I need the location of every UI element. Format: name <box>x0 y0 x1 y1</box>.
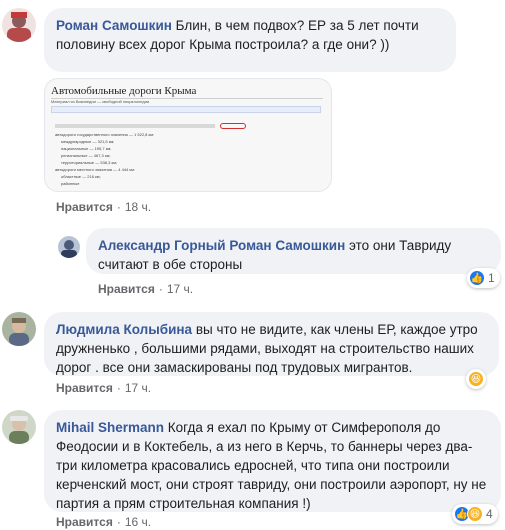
comment-meta: Нравится · 18 ч. <box>56 200 152 214</box>
comment-meta: Нравится · 17 ч. <box>98 282 194 296</box>
reaction-summary[interactable]: 😆 <box>466 369 486 389</box>
wiki-line: региональные — 467,3 км; <box>61 153 111 158</box>
like-button[interactable]: Нравится <box>56 200 113 214</box>
wiki-subtitle: Материал из Википедии — свободной энцикл… <box>51 99 150 104</box>
wiki-line: национальные — 195,7 км; <box>61 146 112 151</box>
wiki-text-line <box>55 124 215 128</box>
haha-reaction-icon: 😆 <box>467 506 483 522</box>
wiki-line: районные <box>61 181 80 186</box>
like-button[interactable]: Нравится <box>98 282 155 296</box>
haha-reaction-icon: 😆 <box>468 371 484 387</box>
avatar[interactable] <box>2 312 36 346</box>
wiki-title: Автомобильные дороги Крыма <box>51 85 197 97</box>
wiki-line: автодороги государственного значения — 1… <box>55 132 155 137</box>
avatar[interactable] <box>2 8 36 42</box>
comment-meta: Нравится · 16 ч. <box>56 515 152 529</box>
comment-bubble: Роман Самошкин Блин, в чем подвох? ЕР за… <box>44 8 456 72</box>
like-reaction-icon: 👍 <box>469 270 485 286</box>
comment-bubble: Александр Горный Роман Самошкин это они … <box>86 228 501 274</box>
timestamp[interactable]: 16 ч. <box>125 515 151 529</box>
wiki-line: международные — 321,5 км; <box>61 139 115 144</box>
like-button[interactable]: Нравится <box>56 515 113 529</box>
avatar[interactable] <box>2 410 36 444</box>
like-button[interactable]: Нравится <box>56 381 113 395</box>
wiki-line: территориальные — 538,3 км; <box>61 160 118 165</box>
comment-author[interactable]: Mihail Shermann <box>56 420 164 435</box>
comment-author[interactable]: Александр Горный <box>98 238 226 253</box>
comment-bubble: Mihail Shermann Когда я ехал по Крыму от… <box>44 410 501 512</box>
reaction-count: 4 <box>486 507 493 521</box>
wiki-line: автодороги местного значения — 4 444 км: <box>55 167 135 172</box>
highlight-mark <box>220 123 246 129</box>
comment-author[interactable]: Роман Самошкин <box>56 18 172 33</box>
mention-link[interactable]: Роман Самошкин <box>229 238 345 253</box>
reaction-summary[interactable]: 👍 1 <box>467 268 500 288</box>
reaction-count: 1 <box>488 271 495 285</box>
comment-author[interactable]: Людмила Колыбина <box>56 322 192 337</box>
timestamp[interactable]: 17 ч. <box>125 381 151 395</box>
timestamp[interactable]: 18 ч. <box>125 200 151 214</box>
timestamp[interactable]: 17 ч. <box>167 282 193 296</box>
comment-bubble: Людмила Колыбина вы что не видите, как ч… <box>44 312 499 376</box>
attached-screenshot-image[interactable]: Автомобильные дороги Крыма Материал из В… <box>44 78 332 192</box>
wiki-line: областные — 216 км; <box>61 174 101 179</box>
comment-meta: Нравится · 17 ч. <box>56 381 152 395</box>
avatar[interactable] <box>58 236 80 258</box>
wiki-notice <box>51 106 321 113</box>
reaction-summary[interactable]: 👍 😆 4 <box>452 504 498 524</box>
